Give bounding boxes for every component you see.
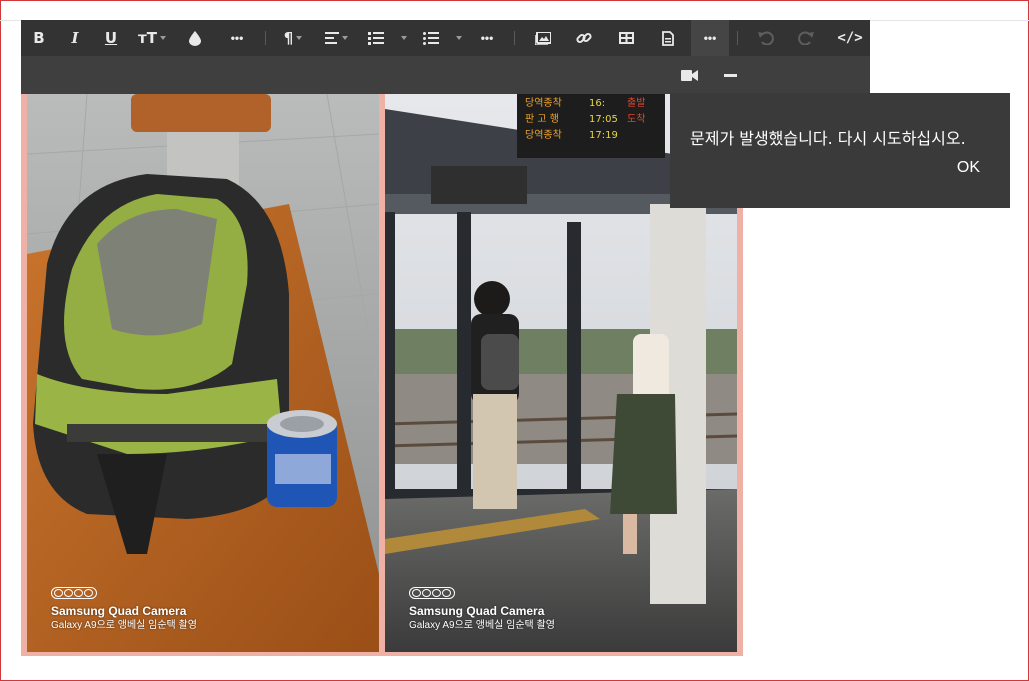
sign-status: 출발 [627, 98, 646, 109]
toolbar-separator [737, 31, 738, 45]
undo-button[interactable] [751, 20, 781, 56]
more-format-button[interactable]: ••• [221, 20, 253, 56]
error-message: 문제가 발생했습니다. 다시 시도하십시오. [690, 129, 966, 148]
backpack-photo-graphic [27, 94, 379, 652]
italic-icon: I [71, 29, 79, 47]
sign-status: 도착 [627, 114, 646, 125]
underline-button[interactable]: U [99, 20, 123, 56]
more-icon: ••• [480, 31, 494, 45]
bold-icon: B [33, 29, 45, 47]
more-icon: ••• [230, 31, 244, 45]
image-collage[interactable]: Samsung Quad Camera Galaxy A9으로 앵베실 임순택 … [21, 94, 743, 656]
chevron-down-icon [159, 36, 166, 40]
insert-file-button[interactable] [653, 20, 683, 56]
watermark-brand: Samsung Quad Camera [409, 604, 545, 618]
font-size-icon: тT [138, 29, 157, 47]
align-left-icon [324, 32, 339, 44]
redo-icon [798, 31, 814, 45]
camera-watermark: Samsung Quad Camera Galaxy A9으로 앵베실 임순택 … [51, 587, 197, 632]
italic-button[interactable]: I [63, 20, 87, 56]
chevron-down-icon [341, 36, 348, 40]
led-departure-sign: 당역종착 판 고 행 당역종착 16: 17:05 17:19 출발 도착 [523, 96, 661, 154]
chevron-down-icon [400, 36, 407, 40]
font-size-button[interactable]: тT [133, 20, 171, 56]
camera-watermark: Samsung Quad Camera Galaxy A9으로 앵베실 임순택 … [409, 587, 555, 632]
document-icon [662, 30, 674, 46]
undo-icon [758, 31, 774, 45]
chevron-down-icon [455, 36, 462, 40]
bold-button[interactable]: B [27, 20, 51, 56]
more-paragraph-button[interactable]: ••• [471, 20, 503, 56]
sign-line: 판 고 행 [525, 114, 559, 125]
ok-button[interactable]: OK [957, 159, 980, 177]
bullet-list-icon [422, 31, 439, 45]
insert-link-button[interactable] [569, 20, 599, 56]
table-icon [618, 32, 634, 44]
more-icon: ••• [703, 31, 717, 45]
quad-camera-icon [409, 587, 455, 599]
chevron-down-icon [296, 36, 303, 40]
code-view-button[interactable]: </> [833, 20, 867, 56]
ordered-list-button[interactable] [365, 20, 409, 56]
toolbar-separator [265, 31, 266, 45]
horizontal-rule-icon [723, 73, 737, 77]
video-camera-icon [680, 69, 698, 81]
droplet-icon [189, 30, 201, 46]
photo-backpack[interactable]: Samsung Quad Camera Galaxy A9으로 앵베실 임순택 … [27, 94, 379, 652]
more-insert-button[interactable]: ••• [691, 20, 729, 56]
sign-time: 16: [589, 98, 606, 109]
ordered-list-icon [367, 31, 384, 45]
insert-image-button[interactable] [528, 20, 558, 56]
code-icon: </> [837, 30, 863, 46]
insert-video-button[interactable] [676, 56, 702, 94]
align-button[interactable] [319, 20, 353, 56]
horizontal-rule-button[interactable] [717, 56, 743, 94]
sign-time: 17:05 [589, 114, 618, 125]
bullet-list-button[interactable] [420, 20, 464, 56]
watermark-caption: Galaxy A9으로 앵베실 임순택 촬영 [409, 620, 555, 631]
text-color-button[interactable] [181, 20, 209, 56]
sign-time: 17:19 [589, 130, 618, 141]
insert-table-button[interactable] [611, 20, 641, 56]
sign-line: 당역종착 [525, 98, 562, 109]
toolbar-separator [514, 31, 515, 45]
image-gallery-icon [535, 31, 551, 45]
watermark-brand: Samsung Quad Camera [51, 604, 187, 618]
error-toast: 문제가 발생했습니다. 다시 시도하십시오. OK [670, 93, 1010, 208]
link-icon [576, 32, 592, 44]
quad-camera-icon [51, 587, 97, 599]
underline-icon: U [104, 29, 118, 47]
redo-button[interactable] [791, 20, 821, 56]
editor-toolbar: B I U тT ••• ¶ ••• ••• </> [21, 20, 870, 94]
watermark-caption: Galaxy A9으로 앵베실 임순택 촬영 [51, 620, 197, 631]
paragraph-icon: ¶ [283, 29, 294, 47]
paragraph-style-button[interactable]: ¶ [277, 20, 309, 56]
sign-line: 당역종착 [525, 130, 562, 141]
